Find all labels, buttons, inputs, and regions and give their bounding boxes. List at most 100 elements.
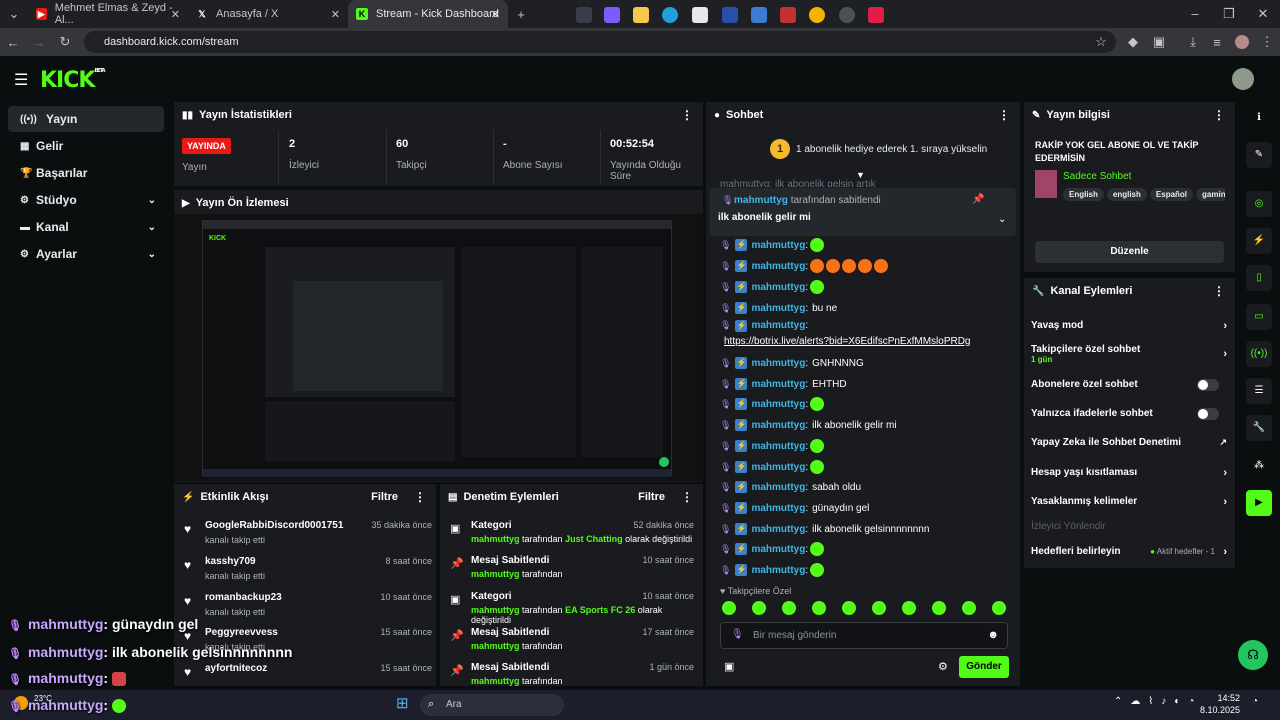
edge-icon[interactable] [662,7,678,23]
chat-username[interactable]: mahmuttyg [751,261,805,272]
back-icon[interactable]: ← [0,35,26,50]
moderation-filter-button[interactable]: Filtre [638,491,665,503]
chat-username[interactable]: mahmuttyg [751,282,805,293]
kick-app-icon[interactable]: ▶ [1246,490,1272,516]
copilot-icon[interactable] [604,7,620,23]
send-button[interactable]: Gönder [959,656,1009,678]
obs-icon[interactable] [839,7,855,23]
chat-username[interactable]: mahmuttyg [751,320,805,331]
extension-icon[interactable]: ◆ [1120,34,1146,50]
sidebar-item-kanal[interactable]: ▬ Kanal ⌄ [8,214,164,240]
slow-mode-item[interactable]: Yavaş mod › [1031,320,1227,332]
gift-icon[interactable]: ▣ [724,660,734,673]
emote-picker-icon[interactable] [722,601,736,615]
stats-menu-icon[interactable]: ⋮ [681,108,693,122]
browser-tab-1[interactable]: ▶ Mehmet Elmas & Zeyd - Al... ✕ [28,0,188,28]
emote-picker-icon[interactable] [872,601,886,615]
chat-input[interactable]: 🎙 Bir mesaj gönderin ☻ [720,622,1008,649]
chat-menu-icon[interactable]: ⋮ [998,108,1010,122]
notification-icon[interactable]: ◔ [1252,696,1258,707]
sidebar-item-studyo[interactable]: ⚙ Stüdyo ⌄ [8,187,164,213]
chat-settings-icon[interactable]: ⚙ [938,660,948,673]
windows-start-icon[interactable]: ⊞ [396,696,412,712]
reload-icon[interactable]: ↻ [52,34,78,50]
browser-tab-3[interactable]: K Stream - Kick Dashboard ✕ [348,0,508,28]
emote-picker-icon[interactable] [992,601,1006,615]
close-tab-icon[interactable]: ✕ [331,8,340,21]
chat-icon[interactable]: ▭ [1246,304,1272,330]
pinned-message[interactable]: 🎙 mahmuttyg tarafından sabitlendi 📌 ilk … [710,188,1016,236]
taskbar-search[interactable]: ⌕ Ara [420,694,564,716]
chat-username[interactable]: mahmuttyg [751,482,805,493]
new-tab-icon[interactable]: + [508,7,534,22]
emotes-only-toggle[interactable] [1197,408,1219,420]
activity-menu-icon[interactable]: ⋮ [414,490,426,504]
pin-icon[interactable]: 📌 [972,194,984,205]
chat-username[interactable]: mahmuttyg [751,358,805,369]
chat-username[interactable]: mahmuttyg [751,503,805,514]
vs-code-icon[interactable] [751,7,767,23]
emote-picker-icon[interactable] [782,601,796,615]
emote-picker-icon[interactable] [902,601,916,615]
shield-app-icon[interactable] [780,7,796,23]
help-chat-icon[interactable]: ☊ [1238,640,1268,670]
browser-menu-icon[interactable]: ⋮ [1254,34,1280,50]
forward-icon[interactable]: → [26,35,52,50]
info-icon[interactable]: ℹ [1246,105,1272,131]
emote-picker-icon[interactable] [932,601,946,615]
emote-picker-icon[interactable] [812,601,826,615]
profile-avatar[interactable] [1235,35,1249,49]
chat-username[interactable]: mahmuttyg [751,420,805,431]
download-icon[interactable]: ⤓ [1180,34,1206,50]
close-window-icon[interactable]: ✕ [1246,0,1280,28]
chat-username[interactable]: mahmuttyg [751,303,805,314]
browser-tab-2[interactable]: 𝕏 Anasayfa / X ✕ [188,0,348,28]
tab-search-icon[interactable]: ⌄ [0,6,28,22]
chat-username[interactable]: mahmuttyg [751,544,805,555]
task-view-icon[interactable] [576,7,592,23]
gift-banner-text[interactable]: 1 abonelik hediye ederek 1. sıraya yükse… [796,144,987,155]
hamburger-menu-icon[interactable]: ☰ [14,70,28,90]
edit-button[interactable]: Düzenle [1035,241,1224,263]
close-tab-icon[interactable]: ✕ [171,8,180,21]
system-tray-icons[interactable]: ⌃☁⌇♪◐◔ [1114,696,1202,707]
emote-picker-icon[interactable] [842,601,856,615]
puzzle-icon[interactable]: ▣ [1146,34,1172,50]
chat-username[interactable]: mahmuttyg [751,379,805,390]
store-icon[interactable] [692,7,708,23]
chat-username[interactable]: mahmuttyg [751,240,805,251]
sidebar-item-yayin[interactable]: ((•)) Yayın [8,106,164,132]
emote-picker-icon[interactable] [962,601,976,615]
collapse-icon[interactable]: ▼ [856,170,865,180]
sidebar-item-basarilar[interactable]: 🏆 Başarılar [8,160,164,186]
restore-icon[interactable]: ❐ [1212,0,1246,28]
followers-only-item[interactable]: Takipçilere özel sohbet 1 gün › [1031,344,1227,364]
chat-link[interactable]: https://botrix.live/alerts?bid=X6EdifscP… [724,336,971,347]
subscribers-only-toggle[interactable] [1197,379,1219,391]
lightning-icon[interactable]: ⚡ [1246,228,1272,254]
user-avatar[interactable] [1232,68,1254,90]
file-explorer-icon[interactable] [633,7,649,23]
kick-logo[interactable]: KICKBETA [40,68,106,93]
broadcast-icon[interactable]: ((•)) [1246,341,1272,367]
chat-username[interactable]: mahmuttyg [751,441,805,452]
minimize-icon[interactable]: – [1178,0,1212,28]
bookmark-star-icon[interactable]: ☆ [1088,34,1114,50]
app-l-icon[interactable] [722,7,738,23]
account-age-item[interactable]: Hesap yaşı kısıtlaması › [1031,467,1227,479]
activity-filter-button[interactable]: Filtre [371,491,398,503]
camera-icon[interactable]: ◎ [1246,191,1272,217]
emoji-icon[interactable]: ☻ [987,629,999,641]
app-red-icon[interactable] [868,7,884,23]
chat-username[interactable]: mahmuttyg [751,399,805,410]
stream-preview-video[interactable]: KICK [174,214,703,481]
moderation-menu-icon[interactable]: ⋮ [681,490,693,504]
phone-icon[interactable]: ▯ [1246,265,1272,291]
banned-words-item[interactable]: Yasaklanmış kelimeler › [1031,496,1227,508]
edit-icon[interactable]: ✎ [1246,142,1272,168]
category-name[interactable]: Sadece Sohbet [1063,171,1131,182]
sidebar-item-ayarlar[interactable]: ⚙ Ayarlar ⌄ [8,241,164,267]
clock[interactable]: 14:52 8.10.2025 [1200,693,1240,715]
wrench-icon[interactable]: 🔧 [1246,415,1272,441]
channel-actions-menu-icon[interactable]: ⋮ [1213,284,1225,298]
